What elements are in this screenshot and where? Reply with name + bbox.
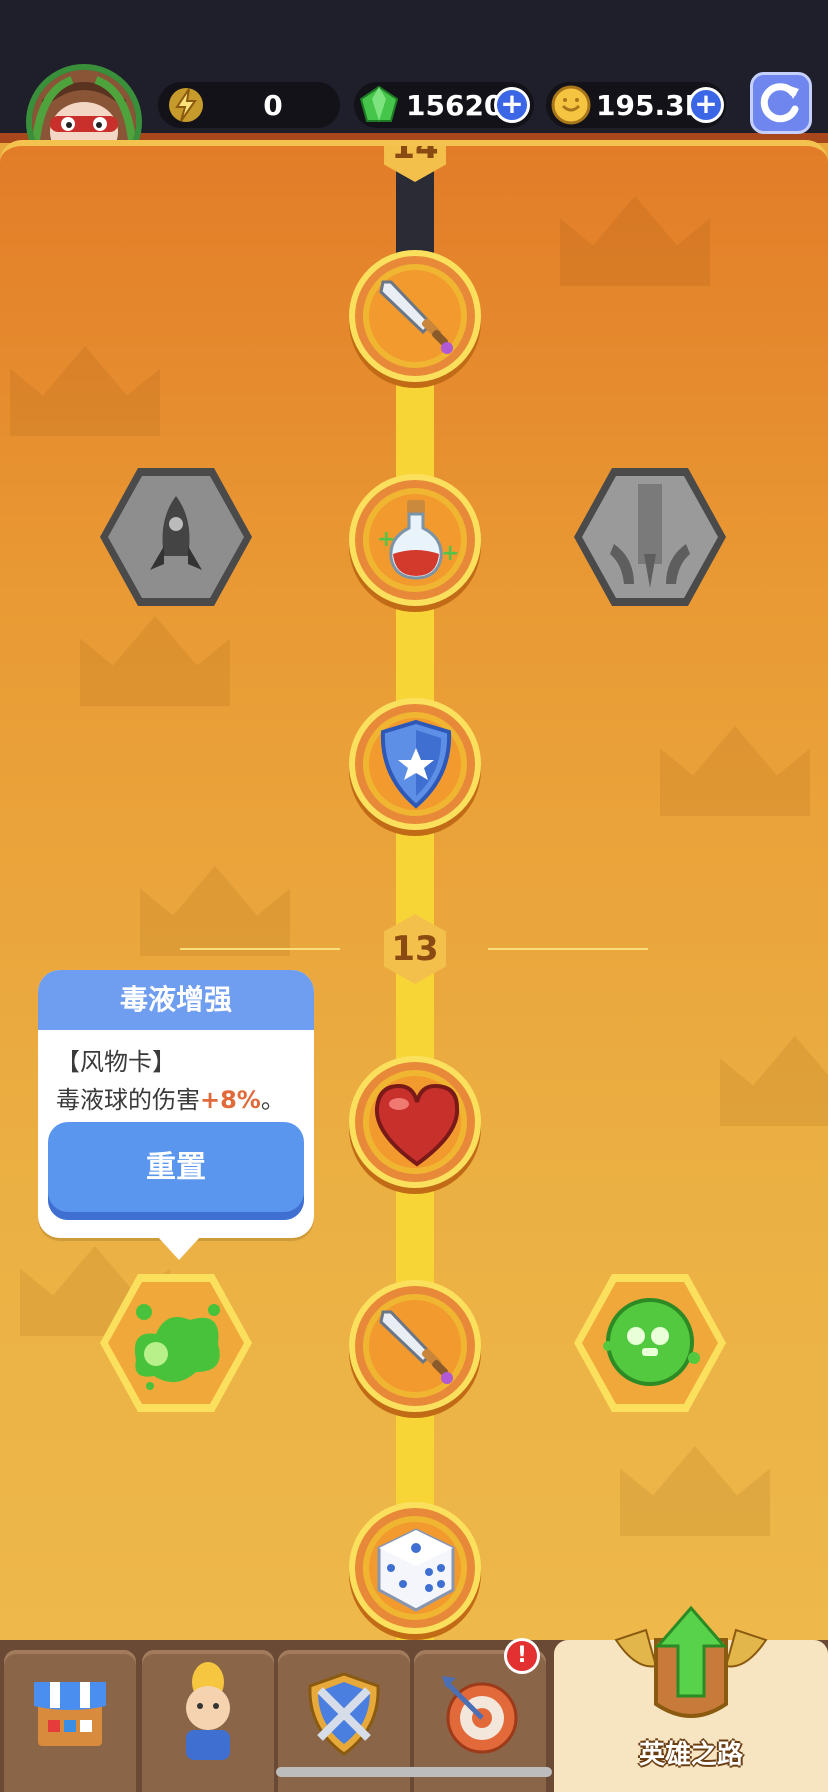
potion-icon: + +	[377, 500, 459, 580]
home-indicator[interactable]	[276, 1767, 552, 1777]
rocket-icon	[150, 496, 202, 570]
sword-node-upper[interactable]	[349, 250, 481, 382]
hero-icon	[186, 1662, 230, 1760]
claw-icon	[610, 484, 690, 588]
tab-hero[interactable]	[142, 1650, 274, 1792]
level-badge-14: 14	[384, 146, 446, 182]
shield-icon	[380, 719, 452, 809]
crown-decoration	[140, 866, 290, 956]
dice-node[interactable]	[349, 1502, 481, 1634]
poison-ball-node[interactable]	[574, 1274, 726, 1412]
hero-road-field: 14 + + 13	[0, 140, 828, 1646]
sword-icon	[379, 280, 453, 354]
level-badge-13: 13	[384, 914, 446, 984]
tooltip-description: 毒液球的伤害+8%。	[56, 1080, 285, 1115]
tab-hero-road-active[interactable]: 英雄之路	[554, 1605, 828, 1792]
energy-value: 0	[263, 88, 283, 122]
top-bar: 0 15620 + 195.3K +	[0, 0, 828, 180]
shop-icon	[34, 1682, 106, 1746]
tooltip-title: 毒液增强	[38, 970, 314, 1030]
target-icon	[442, 1676, 518, 1754]
poison-splash-icon	[134, 1304, 220, 1390]
tooltip-desc-end: 。	[260, 1086, 285, 1114]
refresh-button[interactable]	[750, 72, 812, 134]
tooltip-pointer	[157, 1236, 201, 1260]
sword-node-lower[interactable]	[349, 1280, 481, 1412]
tab-shop[interactable]	[4, 1650, 136, 1792]
rocket-node-locked[interactable]	[100, 468, 252, 606]
tooltip-card-type: 【风物卡】	[56, 1048, 176, 1076]
refresh-icon	[760, 83, 799, 123]
lightning-icon	[166, 85, 206, 125]
sword-icon	[379, 1310, 453, 1384]
hero-road-label: 英雄之路	[638, 1740, 743, 1770]
alert-badge: !	[504, 1638, 540, 1674]
perk-tooltip: 毒液增强 【风物卡】 毒液球的伤害+8%。 重置	[38, 970, 314, 1260]
potion-node[interactable]: + +	[349, 474, 481, 606]
battle-icon	[308, 1672, 380, 1756]
svg-text:+: +	[441, 541, 459, 566]
heart-icon	[374, 1083, 460, 1167]
crown-decoration	[720, 1036, 828, 1126]
add-coins-button[interactable]: +	[688, 87, 724, 123]
svg-text:+: +	[377, 527, 395, 552]
claw-node-locked[interactable]	[574, 468, 726, 606]
coin-icon	[550, 84, 592, 126]
dice-icon	[377, 1528, 455, 1612]
poison-ball-icon	[603, 1298, 700, 1386]
shield-node[interactable]	[349, 698, 481, 830]
crown-decoration	[660, 726, 810, 816]
tooltip-desc-text: 毒液球的伤害	[56, 1086, 200, 1114]
gem-icon	[358, 84, 400, 126]
poison-boost-node-selected[interactable]	[100, 1274, 252, 1412]
level-divider-left	[180, 948, 340, 950]
reset-button[interactable]: 重置	[48, 1122, 304, 1220]
crown-decoration	[10, 346, 160, 436]
tooltip-desc-bonus: +8%	[200, 1086, 261, 1114]
energy-counter: 0	[158, 82, 340, 128]
crown-decoration	[620, 1446, 770, 1536]
crown-decoration	[560, 196, 710, 286]
add-gems-button[interactable]: +	[494, 87, 530, 123]
heart-node[interactable]	[349, 1056, 481, 1188]
crown-decoration	[80, 616, 230, 706]
level-divider-right	[488, 948, 648, 950]
hero-road-icon	[614, 1605, 768, 1718]
